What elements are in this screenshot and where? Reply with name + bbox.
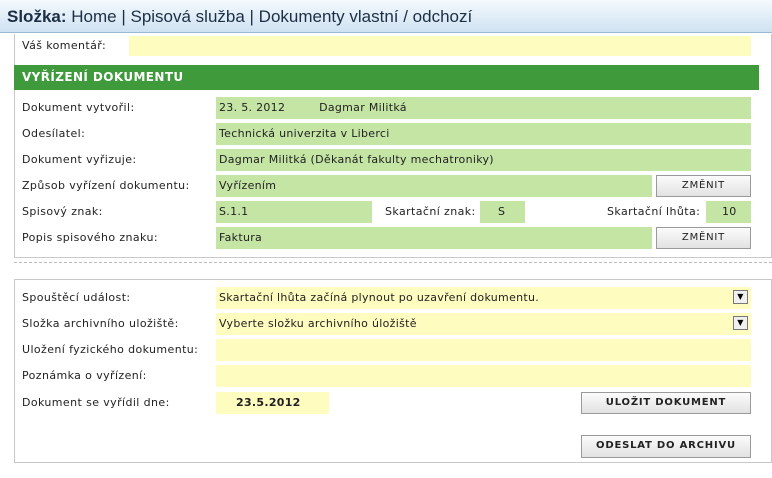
file-mark-row: Spisový znak: S.1.1 Skartační znak: S Sk… — [14, 201, 759, 223]
send-to-archive-button[interactable]: ODESLAT DO ARCHIVU — [581, 435, 751, 458]
sender-label: Odesílatel: — [22, 127, 86, 140]
folder-row: Složka archivního uložiště: Vyberte slož… — [14, 313, 759, 335]
save-document-button[interactable]: ULOŽIT DOKUMENT — [581, 392, 751, 414]
trigger-row: Spouštěcí událost: Skartační lhůta začín… — [14, 287, 759, 309]
method-field: Vyřízením — [216, 175, 652, 197]
change-desc-button[interactable]: ZMĚNIT — [656, 227, 751, 249]
note-row: Poznámka o vyřízení: — [14, 365, 759, 387]
shred-period-label: Skartační lhůta: — [607, 205, 701, 218]
shred-mark-label: Skartační znak: — [385, 205, 476, 218]
folder-label: Složka archivního uložiště: — [22, 317, 179, 330]
change-method-button[interactable]: ZMĚNIT — [656, 175, 751, 197]
breadcrumb-label: Složka: — [7, 7, 67, 26]
physical-input[interactable] — [216, 339, 751, 361]
shred-mark-field: S — [480, 201, 525, 223]
trigger-selected-value: Skartační lhůta začíná plynout po uzavře… — [219, 291, 540, 304]
file-mark-field: S.1.1 — [216, 201, 372, 223]
sender-row: Odesílatel: Technická univerzita v Liber… — [14, 123, 759, 145]
comment-row: Váš komentář: — [14, 36, 759, 56]
chevron-down-icon[interactable]: ▼ — [733, 290, 748, 304]
created-name: Dagmar Militká — [319, 101, 407, 114]
resolved-row: Dokument se vyřídil dne: 23.5.2012 ULOŽI… — [14, 392, 759, 414]
trigger-select[interactable]: Skartační lhůta začíná plynout po uzavře… — [216, 287, 751, 309]
comment-field[interactable] — [129, 36, 751, 56]
desc-field: Faktura — [216, 227, 652, 249]
created-by-row: Dokument vytvořil: 23. 5. 2012 Dagmar Mi… — [14, 97, 759, 119]
created-date: 23. 5. 2012 — [219, 101, 286, 114]
desc-row: Popis spisového znaku: Faktura ZMĚNIT — [14, 227, 759, 249]
folder-select[interactable]: Vyberte složku archivního úložiště ▼ — [216, 313, 751, 335]
handler-field: Dagmar Militká (Děkanát fakulty mechatro… — [216, 149, 751, 171]
physical-row: Uložení fyzického dokumentu: — [14, 339, 759, 361]
trigger-label: Spouštěcí událost: — [22, 291, 131, 304]
note-label: Poznámka o vyřízení: — [22, 369, 147, 382]
resolved-date-input[interactable]: 23.5.2012 — [216, 392, 329, 414]
section-title: VYŘÍZENÍ DOKUMENTU — [14, 65, 759, 90]
method-row: Způsob vyřízení dokumentu: Vyřízením ZMĚ… — [14, 175, 759, 197]
note-input[interactable] — [216, 365, 751, 387]
comment-label: Váš komentář: — [22, 39, 107, 52]
breadcrumb: Složka: Home | Spisová služba | Dokument… — [0, 0, 772, 33]
resolved-label: Dokument se vyřídil dne: — [22, 396, 170, 409]
physical-label: Uložení fyzického dokumentu: — [22, 343, 199, 356]
method-label: Způsob vyřízení dokumentu: — [22, 179, 190, 192]
handler-label: Dokument vyřizuje: — [22, 153, 137, 166]
chevron-down-icon[interactable]: ▼ — [733, 316, 748, 330]
breadcrumb-path[interactable]: Home | Spisová služba | Dokumenty vlastn… — [71, 7, 472, 26]
file-mark-label: Spisový znak: — [22, 205, 103, 218]
handler-row: Dokument vyřizuje: Dagmar Militká (Děkan… — [14, 149, 759, 171]
sender-field: Technická univerzita v Liberci — [216, 123, 751, 145]
folder-selected-value: Vyberte složku archivního úložiště — [219, 317, 417, 330]
shred-period-field: 10 — [706, 201, 751, 223]
desc-label: Popis spisového znaku: — [22, 231, 158, 244]
created-by-field: 23. 5. 2012 Dagmar Militká — [216, 97, 751, 119]
section-divider — [14, 262, 772, 263]
created-by-label: Dokument vytvořil: — [22, 101, 135, 114]
